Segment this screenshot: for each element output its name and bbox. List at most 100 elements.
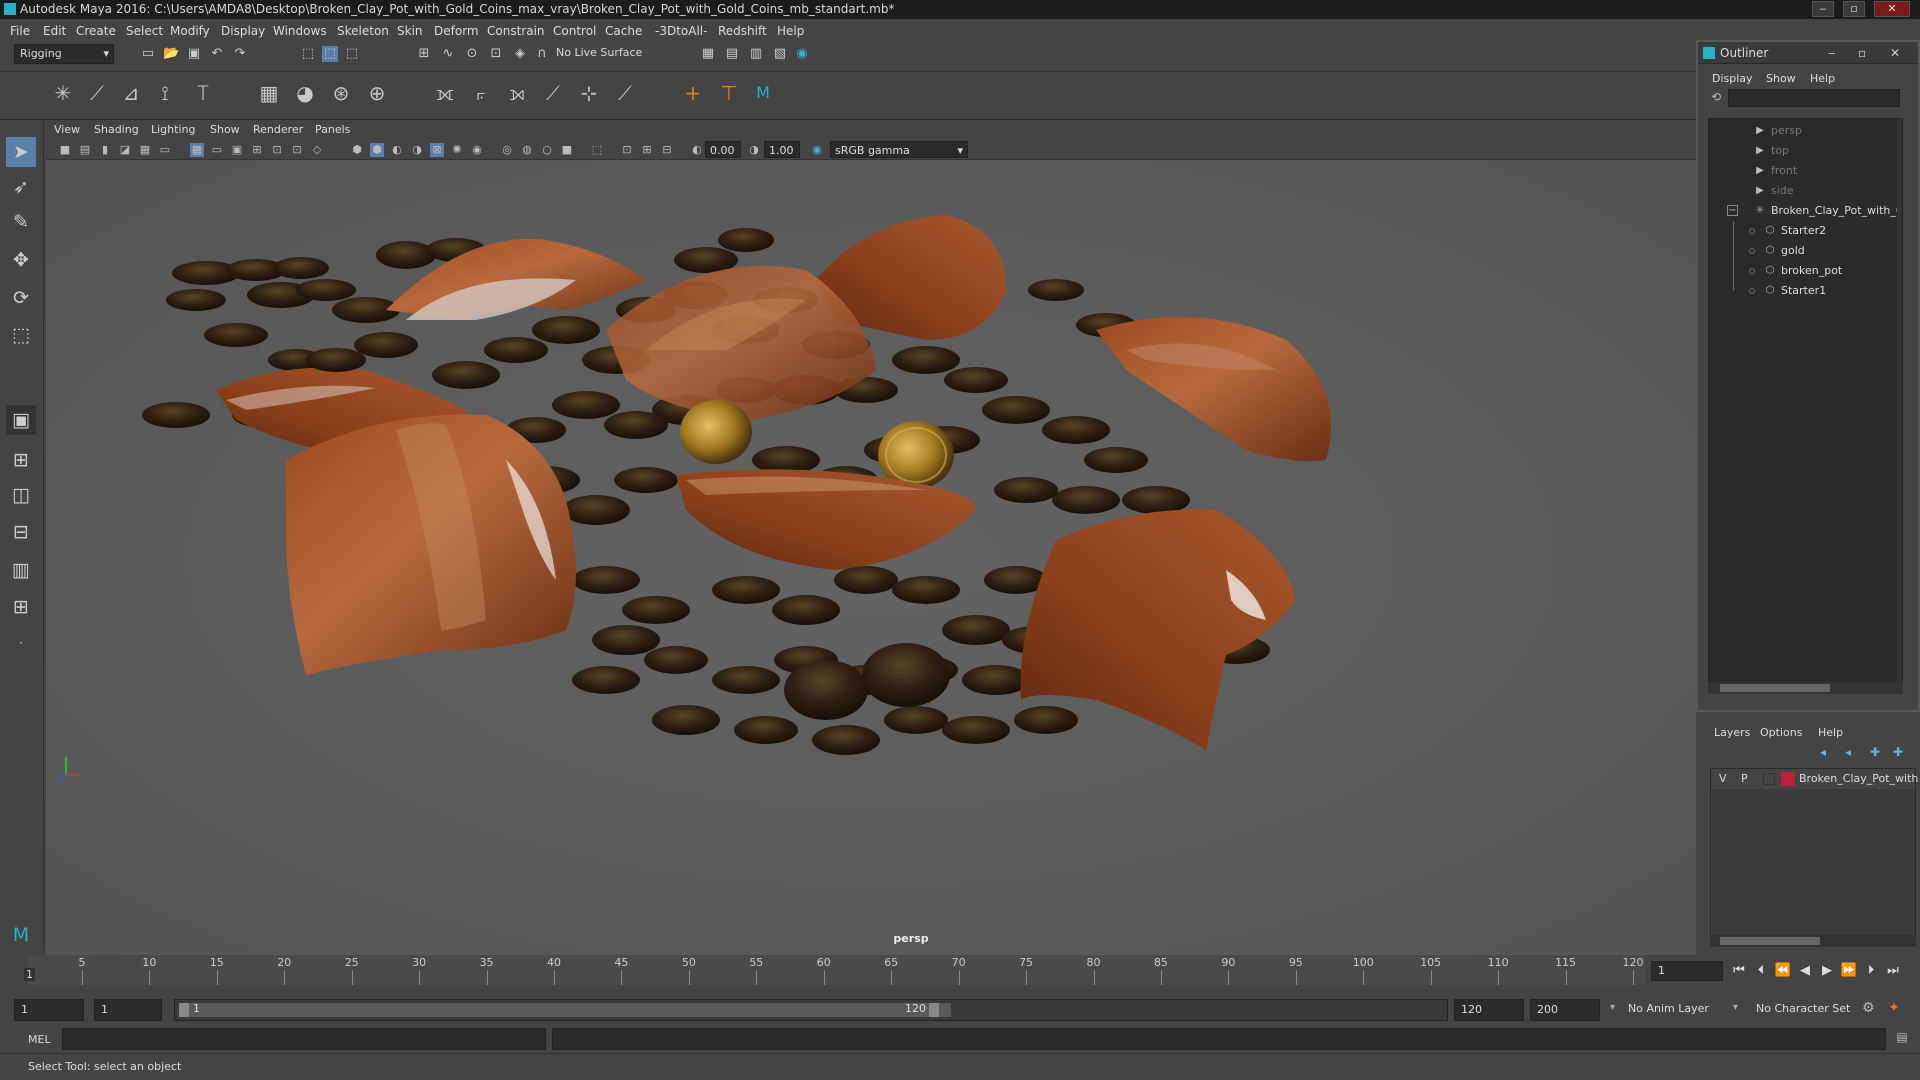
- ipr-render-icon[interactable]: ▥: [748, 46, 764, 62]
- cluster-icon[interactable]: ▦: [256, 80, 282, 106]
- hypershade-icon[interactable]: ◉: [794, 46, 810, 62]
- select-hierarchy-icon[interactable]: ⬚: [300, 46, 316, 62]
- two-sided-icon[interactable]: ⊟: [660, 143, 674, 157]
- command-input[interactable]: [62, 1028, 546, 1050]
- point-constraint-icon[interactable]: +: [680, 80, 706, 106]
- aim-constraint-icon[interactable]: ⊤: [716, 80, 742, 106]
- ik-spline-icon[interactable]: ⊿: [118, 80, 144, 106]
- layer-name[interactable]: Broken_Clay_Pot_with: [1799, 769, 1918, 789]
- menu-skin[interactable]: Skin: [397, 24, 423, 38]
- grid-icon[interactable]: ▦: [190, 143, 204, 157]
- outliner-menu-show[interactable]: Show: [1766, 72, 1796, 85]
- joint-tool-icon[interactable]: ✳: [50, 80, 76, 106]
- camera-attr-icon[interactable]: ▤: [78, 143, 92, 157]
- copy-weights-icon[interactable]: ⟋: [540, 80, 566, 106]
- outliner-search-input[interactable]: [1728, 89, 1900, 107]
- menu-help[interactable]: Help: [777, 24, 804, 38]
- scene-start-field[interactable]: 1: [14, 999, 84, 1021]
- move-tool-icon[interactable]: ✥: [6, 245, 36, 275]
- anim-end-field[interactable]: 120: [1454, 999, 1524, 1021]
- outliner-item-top[interactable]: ▶ top: [1709, 141, 1902, 161]
- isolate-icon[interactable]: ◎: [500, 143, 514, 157]
- menu-deform[interactable]: Deform: [434, 24, 479, 38]
- render-frame-icon[interactable]: ▤: [724, 46, 740, 62]
- menu-file[interactable]: File: [10, 24, 30, 38]
- layer-type-toggle[interactable]: [1763, 773, 1775, 785]
- lights-icon[interactable]: ◐: [390, 143, 404, 157]
- sculpt-deformer-icon[interactable]: ◕: [292, 80, 318, 106]
- render-region-icon[interactable]: ▦: [700, 46, 716, 62]
- menu-3dtoall[interactable]: -3DtoAll-: [655, 24, 707, 38]
- render-settings-icon[interactable]: ▧: [772, 46, 788, 62]
- undo-icon[interactable]: ↶: [209, 46, 225, 62]
- snap-grid-icon[interactable]: ⊞: [416, 46, 432, 62]
- menu-create[interactable]: Create: [76, 24, 116, 38]
- safe-action-icon[interactable]: ⊡: [270, 143, 284, 157]
- color-management-icon[interactable]: ◉: [810, 143, 824, 157]
- scene-end-field[interactable]: 200: [1530, 999, 1600, 1021]
- menu-control[interactable]: Control: [553, 24, 596, 38]
- move-layer-down-icon[interactable]: ◂: [1845, 745, 1851, 759]
- outliner-vscrollbar[interactable]: [1897, 119, 1902, 682]
- minimize-icon[interactable]: ‒: [1828, 42, 1836, 64]
- camera-select-icon[interactable]: ■: [58, 143, 72, 157]
- snap-point-icon[interactable]: ⊙: [464, 46, 480, 62]
- gamma-field[interactable]: 1.00: [764, 141, 800, 158]
- gate-mask-icon[interactable]: ▣: [230, 143, 244, 157]
- mirror-weights-icon[interactable]: ⟕: [504, 80, 530, 106]
- outliner-item-gold[interactable]: ○ ⬡ gold: [1709, 241, 1902, 261]
- four-view-icon[interactable]: ⊞: [6, 445, 36, 475]
- step-back-frame-icon[interactable]: ⏴: [1752, 962, 1770, 980]
- range-slider-handle[interactable]: [179, 1003, 951, 1017]
- outliner-item-broken-pot[interactable]: ○ ⬡ broken_pot: [1709, 261, 1902, 281]
- character-set-dropdown[interactable]: No Character Set: [1750, 999, 1860, 1021]
- step-forward-key-icon[interactable]: ⏩: [1840, 962, 1858, 980]
- viewport-menu-shading[interactable]: Shading: [94, 123, 139, 136]
- layers-menu-help[interactable]: Help: [1818, 726, 1843, 739]
- hud-icon[interactable]: ⬚: [590, 143, 604, 157]
- paint-select-icon[interactable]: ✎: [6, 207, 36, 237]
- grid-toggle-icon[interactable]: ▦: [138, 143, 152, 157]
- range-end-handle[interactable]: [929, 1003, 939, 1017]
- outliner-menu-display[interactable]: Display: [1712, 72, 1753, 85]
- range-start-handle[interactable]: [179, 1003, 189, 1017]
- viewport-3d[interactable]: persp: [46, 160, 1696, 955]
- xray-joints-icon[interactable]: ◍: [520, 143, 534, 157]
- safe-title-icon[interactable]: ⊡: [290, 143, 304, 157]
- step-forward-frame-icon[interactable]: ⏵: [1862, 962, 1880, 980]
- step-back-key-icon[interactable]: ⏪: [1774, 962, 1792, 980]
- image-plane-icon[interactable]: ◪: [118, 143, 132, 157]
- rotate-tool-icon[interactable]: ⟳: [6, 283, 36, 313]
- layers-hscrollbar[interactable]: [1710, 935, 1916, 947]
- outliner-item-group[interactable]: − ✳ Broken_Clay_Pot_with_G: [1709, 201, 1902, 221]
- resolution-gate-icon[interactable]: ▭: [210, 143, 224, 157]
- remove-influence-icon[interactable]: ⟋: [612, 80, 638, 106]
- outliner-item-front[interactable]: ▶ front: [1709, 161, 1902, 181]
- chevron-down-icon[interactable]: ▾: [1610, 1002, 1615, 1013]
- menu-windows[interactable]: Windows: [273, 24, 327, 38]
- maximize-button[interactable]: ▫: [1843, 1, 1865, 17]
- scale-tool-icon[interactable]: ⬚: [6, 320, 36, 350]
- outliner-hscrollbar[interactable]: [1708, 682, 1903, 694]
- anim-start-field[interactable]: 1: [94, 999, 162, 1021]
- xray-icon[interactable]: ⊠: [430, 143, 444, 157]
- save-scene-icon[interactable]: ▣: [186, 46, 202, 62]
- menu-edit[interactable]: Edit: [43, 24, 66, 38]
- menu-modify[interactable]: Modify: [170, 24, 210, 38]
- play-forwards-icon[interactable]: ▶: [1818, 962, 1836, 980]
- outliner-menu-help[interactable]: Help: [1810, 72, 1835, 85]
- viewport-menu-view[interactable]: View: [54, 123, 80, 136]
- close-button[interactable]: ✕: [1874, 1, 1910, 17]
- custom-layout-icon[interactable]: ·: [6, 628, 36, 658]
- viewport-menu-panels[interactable]: Panels: [315, 123, 350, 136]
- outliner-item-persp[interactable]: ▶ persp: [1709, 121, 1902, 141]
- paint-weights-icon[interactable]: ⟔: [468, 80, 494, 106]
- ao-icon[interactable]: ✺: [450, 143, 464, 157]
- layers-menu-layers[interactable]: Layers: [1714, 726, 1750, 739]
- redo-icon[interactable]: ↷: [232, 46, 248, 62]
- layer-row[interactable]: V P Broken_Clay_Pot_with: [1711, 769, 1918, 789]
- move-layer-up-icon[interactable]: ◂: [1820, 745, 1826, 759]
- select-object-icon[interactable]: ⬚: [322, 46, 338, 62]
- auto-key-icon[interactable]: ⚙: [1862, 1000, 1875, 1016]
- new-layer-icon[interactable]: ✚: [1870, 745, 1880, 759]
